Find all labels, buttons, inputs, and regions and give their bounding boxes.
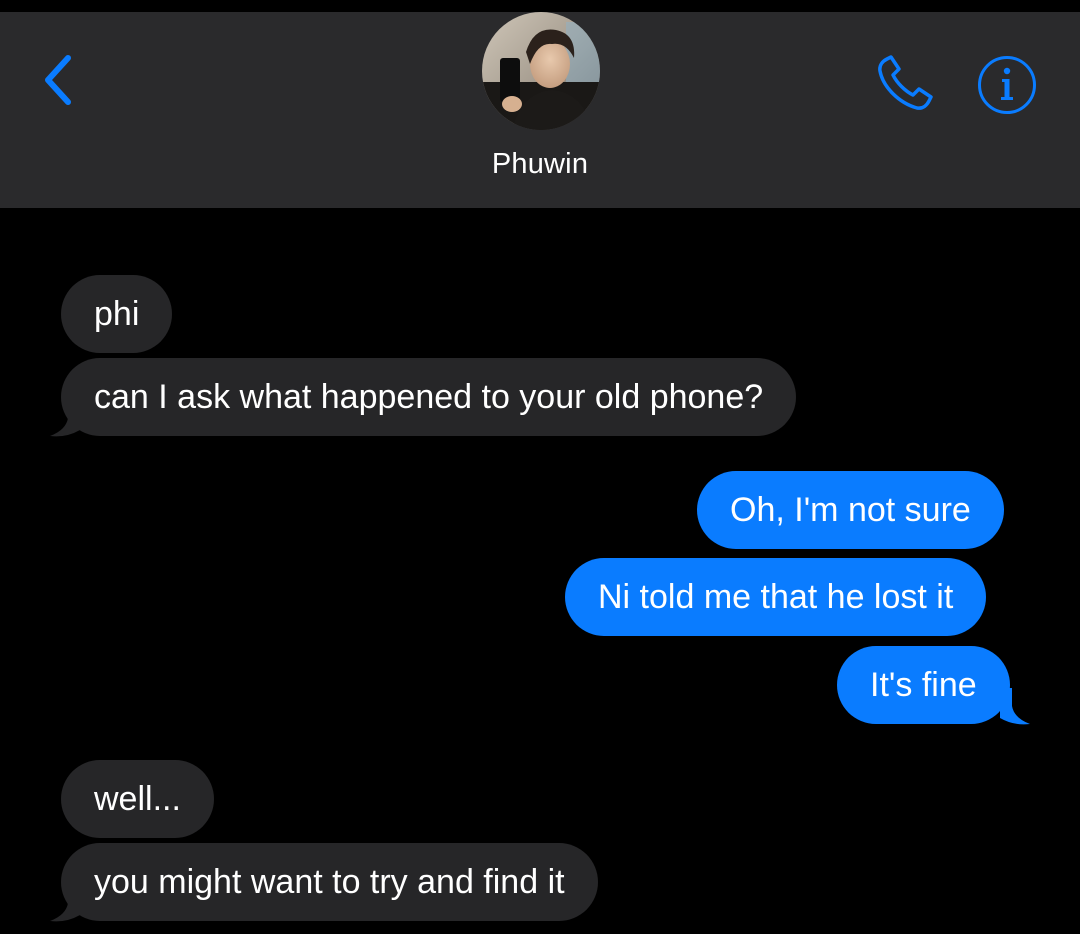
conversation-screen: Phuwin phi can I ask what happened to yo… — [0, 0, 1080, 934]
outgoing-bubble-tail — [1000, 688, 1030, 725]
incoming-bubble-tail — [50, 885, 80, 922]
info-icon — [978, 56, 1036, 114]
message-bubble-outgoing[interactable]: Ni told me that he lost it — [565, 558, 987, 636]
incoming-bubble-tail — [50, 400, 80, 437]
message-bubble-incoming[interactable]: you might want to try and find it — [61, 843, 598, 921]
phone-icon — [878, 55, 933, 110]
message-bubble-incoming[interactable]: can I ask what happened to your old phon… — [61, 358, 797, 436]
message-bubble-outgoing[interactable]: Oh, I'm not sure — [697, 471, 1004, 549]
message-bubble-incoming[interactable]: phi — [61, 275, 173, 353]
back-button[interactable] — [28, 50, 88, 110]
call-button[interactable] — [870, 48, 940, 118]
message-bubble-incoming[interactable]: well... — [61, 760, 214, 838]
message-bubble-outgoing[interactable]: It's fine — [837, 646, 1010, 724]
avatar-image — [482, 12, 600, 130]
info-button[interactable] — [975, 53, 1039, 117]
contact-avatar[interactable] — [482, 12, 600, 130]
conversation-header: Phuwin — [0, 12, 1080, 208]
status-bar-strip — [0, 0, 1080, 12]
contact-name[interactable]: Phuwin — [0, 148, 1080, 181]
chevron-left-icon — [45, 55, 71, 105]
